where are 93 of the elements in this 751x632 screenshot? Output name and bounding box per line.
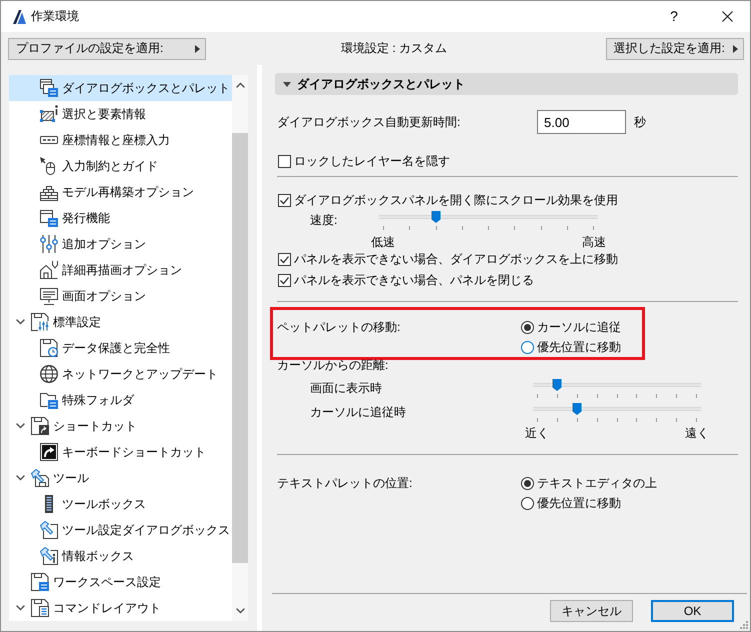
tree-item[interactable]: 入力制約とガイド (9, 153, 232, 179)
checkbox-label[interactable]: パネルを表示できない場合、ダイアログボックスを上に移動 (294, 252, 618, 266)
tree-item[interactable]: ワークスペース設定 (9, 569, 232, 595)
tree-item[interactable]: モデル再構築オプション (9, 179, 232, 205)
chevron-down-icon[interactable] (16, 423, 24, 429)
app-logo-icon (13, 10, 26, 24)
radio-button[interactable] (521, 496, 534, 510)
tree-item[interactable]: ショートカット (9, 413, 232, 439)
folder-list-icon (40, 391, 58, 409)
resize-grip-icon[interactable] (739, 620, 748, 629)
min-label: 近く (525, 426, 549, 441)
radio-button[interactable] (521, 320, 534, 334)
floppy-list-icon (31, 573, 49, 591)
radio-button[interactable] (521, 340, 534, 354)
checkbox-label[interactable]: ロックしたレイヤー名を隠す (294, 154, 450, 168)
radio-label[interactable]: 優先位置に移動 (537, 496, 621, 510)
radio-label[interactable]: テキストエディタの上 (537, 476, 657, 490)
input-field[interactable]: 5.00 (537, 110, 626, 134)
scroll-up-icon[interactable] (236, 82, 244, 88)
tree-item[interactable]: 詳細再描画オプション (9, 257, 232, 283)
scroll-down-icon[interactable] (236, 608, 244, 614)
tree-item[interactable]: 追加オプション (9, 231, 232, 257)
tree-item[interactable]: コマンドレイアウト (9, 595, 232, 621)
arrow-tile-icon (40, 443, 58, 461)
tree-item[interactable]: 情報ボックス (9, 543, 232, 569)
cursor-mouse-icon (40, 157, 58, 175)
scrollbar[interactable] (232, 75, 248, 621)
chevron-down-icon[interactable] (16, 475, 24, 481)
scrollbar-thumb[interactable] (232, 133, 248, 563)
slider-thumb[interactable] (572, 403, 582, 415)
radio-group-label: ペットパレットの移動: (277, 319, 402, 336)
checkbox-label[interactable]: パネルを表示できない場合、パネルを閉じる (294, 272, 534, 288)
tree-item[interactable]: キーボードショートカット (9, 439, 232, 465)
house-icon (40, 261, 58, 279)
status-text: 環境設定 : カスタム (341, 41, 448, 56)
floppy-sliders-icon (31, 313, 49, 331)
radio-button[interactable] (521, 476, 534, 490)
slider-label: 画面に表示時 (309, 380, 383, 397)
floppy-grid-icon (31, 599, 49, 617)
tree-item[interactable]: 特殊フォルダ (9, 387, 232, 413)
max-label: 高速 (582, 235, 606, 250)
hatched-selection-icon (40, 105, 58, 123)
cancel-button[interactable]: キャンセル (550, 600, 633, 622)
tree-item[interactable]: ダイアログボックスとパレット (9, 75, 232, 101)
checkbox[interactable] (278, 252, 291, 266)
slider-thumb[interactable] (552, 379, 562, 391)
slider-label: 速度: (309, 212, 338, 229)
tree-item[interactable]: データ保護と完全性 (9, 335, 232, 361)
window-title: 作業環境 (31, 9, 79, 24)
tree-item[interactable]: ツール (9, 465, 232, 491)
brick-wall-icon (40, 183, 58, 201)
tree-item[interactable]: 画面オプション (9, 283, 232, 309)
radio-group-label: テキストパレットの位置: (277, 475, 414, 492)
tree-item[interactable]: 座標情報と座標入力 (9, 127, 232, 153)
floppy-clock-icon (40, 339, 58, 357)
close-icon[interactable] (722, 11, 733, 22)
caret-right-icon (195, 44, 200, 52)
monitor-icon (40, 287, 58, 305)
tree-item[interactable]: 発行機能 (9, 205, 232, 231)
slider-group-label: カーソルからの距離: (277, 358, 390, 372)
hammer-window-icon (40, 521, 58, 539)
radio-label[interactable]: 優先位置に移動 (537, 340, 621, 354)
min-label: 低速 (371, 235, 395, 250)
checkbox[interactable] (278, 154, 291, 168)
unit-label: 秒 (634, 114, 647, 130)
apply-menu-button[interactable]: 選択した設定を適用: (606, 38, 744, 60)
dialog-window-icon (40, 79, 58, 97)
caret-right-icon (733, 44, 738, 52)
tree-item[interactable]: ネットワークとアップデート (9, 361, 232, 387)
slider-label: カーソルに追従時 (309, 404, 407, 421)
checkbox[interactable] (278, 274, 291, 286)
tree-item[interactable]: 選択と要素情報 (9, 101, 232, 127)
chevron-down-icon[interactable] (16, 319, 24, 325)
checkbox[interactable] (278, 194, 291, 206)
max-label: 遠く (685, 426, 709, 441)
globe-icon (40, 365, 58, 383)
field-label: ダイアログボックス自動更新時間: (277, 114, 462, 130)
tree-item[interactable]: ツール設定ダイアログボックス (9, 517, 232, 543)
window-list-icon (40, 209, 58, 227)
tree-item[interactable]: 標準設定 (9, 309, 232, 335)
sliders-icon (40, 235, 58, 253)
help-button[interactable]: ? (660, 2, 688, 30)
section-header[interactable]: ダイアログボックスとパレット (275, 73, 738, 95)
checkbox-label[interactable]: ダイアログボックスパネルを開く際にスクロール効果を使用 (294, 192, 618, 208)
hammer-info-icon (40, 547, 58, 565)
radio-label[interactable]: カーソルに追従 (537, 320, 621, 334)
slider-thumb[interactable] (431, 211, 440, 223)
tree-item[interactable]: ツールボックス (9, 491, 232, 517)
hammer-floppy-icon (31, 469, 49, 487)
caret-down-icon (283, 82, 291, 86)
ok-button[interactable]: OK (651, 600, 734, 622)
profile-menu-button[interactable]: プロファイルの設定を適用: (8, 38, 206, 60)
chevron-down-icon[interactable] (16, 605, 24, 611)
